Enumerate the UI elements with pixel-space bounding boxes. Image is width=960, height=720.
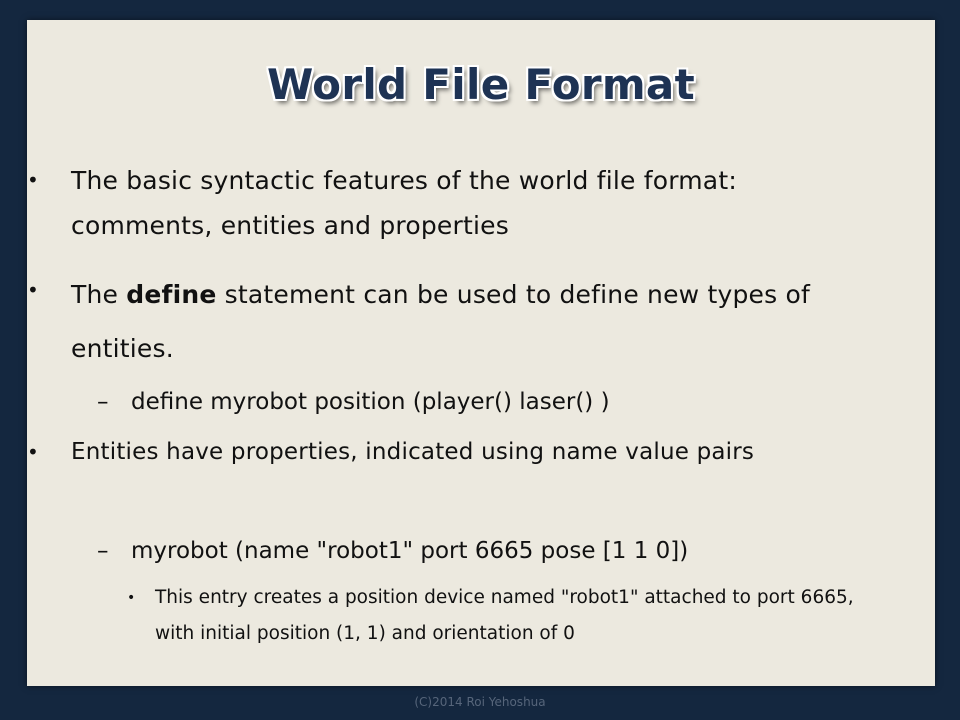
sub-bullet-define-text: define myrobot position (player() laser(… (131, 389, 610, 415)
bullet-marker: • (27, 168, 39, 192)
bullet-marker: • (27, 440, 39, 464)
bullet-2-text: The define statement can be used to defi… (71, 268, 871, 376)
sub-bullet-properties-text: myrobot (name "robot1" port 6665 pose [1… (131, 538, 689, 564)
bullet-3-text: Entities have properties, indicated usin… (71, 439, 755, 465)
sub-sub-bullet-text: This entry creates a position device nam… (155, 587, 854, 644)
bullet-1-text: The basic syntactic features of the worl… (71, 166, 737, 240)
slide-title: World File Format (267, 60, 695, 109)
dash-marker: – (97, 389, 109, 415)
dash-marker: – (97, 538, 109, 564)
sub-bullet-define-example: – define myrobot position (player() laser… (97, 380, 610, 424)
sub-bullet-properties-example: – myrobot (name "robot1" port 6665 pose [… (97, 529, 688, 573)
footer-copyright: (C)2014 Roi Yehoshua (414, 695, 546, 709)
bullet-2-keyword-define: define (126, 280, 217, 309)
bullet-2-text-before: The (71, 280, 127, 309)
bullet-marker: • (127, 590, 136, 606)
bullet-marker: • (27, 278, 39, 302)
slide-panel: World File Format • The basic syntactic … (27, 20, 935, 686)
